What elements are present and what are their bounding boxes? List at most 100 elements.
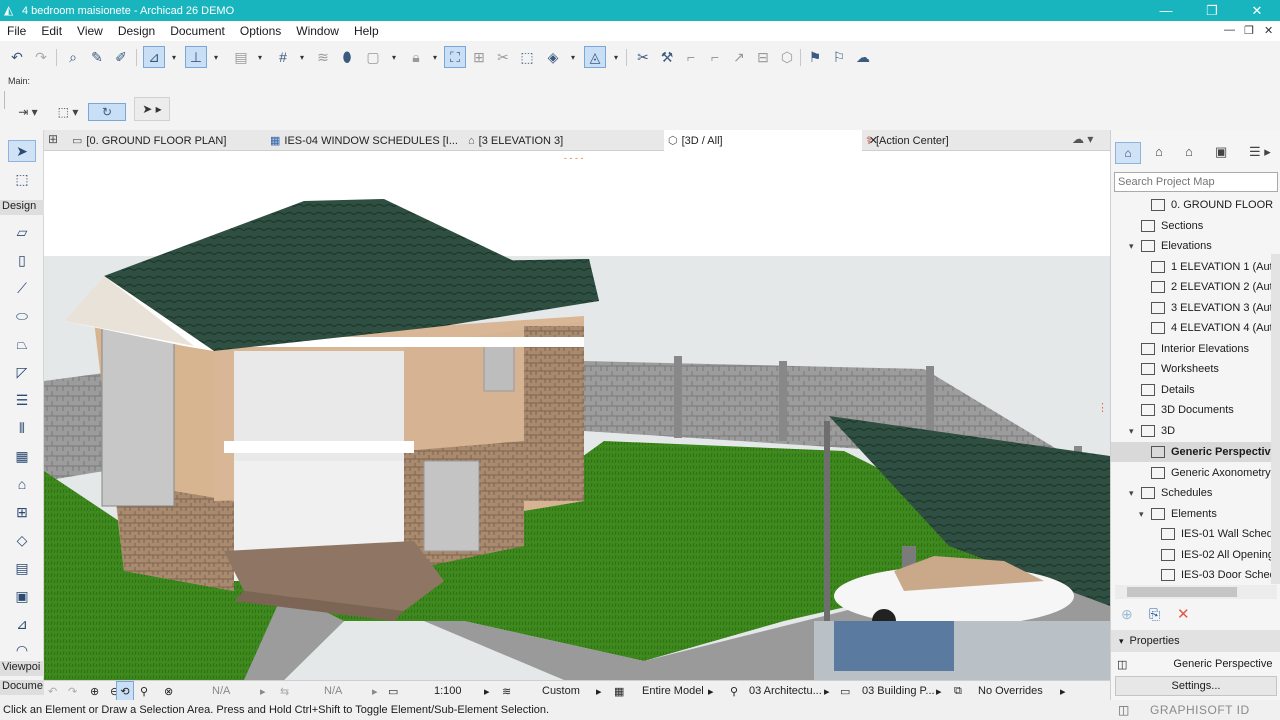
nav-item-elements[interactable]: ▾ Elements — [1111, 504, 1280, 524]
fit-icon[interactable]: ⊗ — [164, 681, 173, 701]
snap-guides-icon[interactable]: ⊥ — [185, 46, 207, 68]
design-section-header[interactable]: Design — [0, 200, 44, 215]
doc-close-icon[interactable]: ✕ — [1264, 24, 1273, 37]
chevron-right-icon[interactable]: ▸ — [372, 681, 378, 701]
viewpoint-section-header[interactable]: Viewpoi — [0, 661, 44, 676]
nav-item-ies-01[interactable]: IES-01 Wall Schedu — [1111, 524, 1280, 544]
redo-icon[interactable]: ↷ — [30, 46, 52, 68]
roof-tool-icon[interactable]: ⏢ — [8, 333, 36, 355]
tab-action-center[interactable]: ⚕ [Action Center] — [866, 130, 1056, 151]
pick-up-parameters-icon[interactable]: ✎ — [86, 46, 108, 68]
tab-ground-floor-plan[interactable]: ▭ [0. GROUND FLOOR PLAN] — [72, 130, 270, 151]
status-na-1[interactable]: N/A — [212, 681, 230, 701]
elevation-view-icon[interactable]: ⊞ — [468, 46, 490, 68]
doc-minimize-icon[interactable]: — — [1224, 24, 1235, 36]
arrow-tool-icon[interactable]: ➤ — [8, 140, 36, 162]
shell-tool-icon[interactable]: ◸ — [8, 361, 36, 383]
graphisoft-id-label[interactable]: GRAPHISOFT ID — [1150, 703, 1250, 717]
flag-icon[interactable]: ⚑ — [804, 46, 826, 68]
scale-icon[interactable]: ▭ — [388, 681, 398, 701]
grid-snap-icon[interactable]: # — [272, 46, 294, 68]
redo-view-icon[interactable]: ↷ — [68, 681, 77, 701]
nav-item-details[interactable]: Details — [1111, 380, 1280, 400]
chevron-right-icon[interactable]: ▸ — [936, 681, 942, 701]
chevron-down-icon[interactable]: ▾ — [256, 46, 264, 68]
chevron-right-icon[interactable]: ▸ — [596, 681, 602, 701]
menu-options[interactable]: Options — [233, 24, 289, 38]
zoom-in-icon[interactable]: ⊕ — [90, 681, 99, 701]
nav-item-3d-documents[interactable]: 3D Documents — [1111, 400, 1280, 420]
scale-value[interactable]: 1:100 — [434, 681, 462, 701]
undo-icon[interactable]: ↶ — [6, 46, 28, 68]
nav-item-elevation-1[interactable]: 1 ELEVATION 1 (Auto — [1111, 257, 1280, 277]
structural-display-value[interactable]: Entire Model — [642, 681, 704, 701]
nav-item-worksheets[interactable]: Worksheets — [1111, 359, 1280, 379]
marquee-tool-icon[interactable]: ⬚ — [8, 168, 36, 190]
marquee-select-icon[interactable]: ⬚ ▾ — [50, 103, 86, 121]
bim-cloud-icon[interactable]: ☁︎ — [852, 46, 874, 68]
search-project-map-input[interactable] — [1115, 173, 1277, 191]
wall-tool-icon[interactable]: ▱ — [8, 221, 36, 243]
chevron-right-icon[interactable]: ▸ — [824, 681, 830, 701]
settings-button[interactable]: Settings... — [1115, 676, 1277, 696]
rotate-orbit-icon[interactable]: ↻ — [88, 103, 126, 121]
section-view-icon[interactable]: ⛶ — [444, 46, 466, 68]
chevron-down-icon[interactable]: ▾ — [612, 46, 620, 68]
stair-tool-icon[interactable]: ☰ — [8, 389, 36, 411]
menu-help[interactable]: Help — [347, 24, 387, 38]
object-tool-icon[interactable]: ▤ — [8, 557, 36, 579]
graphisoft-id-icon[interactable]: ◫ — [1118, 703, 1129, 717]
curtain-wall-tool-icon[interactable]: ▦ — [8, 445, 36, 467]
restore-icon[interactable]: ❐ — [1189, 0, 1235, 21]
properties-header[interactable]: ▾ Properties — [1111, 630, 1280, 652]
nav-item-elevation-2[interactable]: 2 ELEVATION 2 (Auto — [1111, 277, 1280, 297]
document-section-header[interactable]: Docume — [0, 680, 44, 695]
chevron-down-icon[interactable]: ▾ — [1129, 488, 1134, 499]
pen-set-value[interactable]: 03 Architectu... — [749, 681, 822, 701]
chevron-down-icon[interactable]: ▾ — [1129, 426, 1134, 437]
nav-item-ies-03[interactable]: IES-03 Door Sched — [1111, 565, 1280, 585]
slab-tool-icon[interactable]: ⬭ — [8, 305, 36, 327]
issue-icon[interactable]: ⚐ — [828, 46, 850, 68]
menu-design[interactable]: Design — [111, 24, 163, 38]
walk-icon[interactable]: ⚲ — [140, 681, 148, 701]
menu-window[interactable]: Window — [289, 24, 347, 38]
window-tool-icon[interactable]: ⊞ — [8, 501, 36, 523]
chevron-down-icon[interactable]: ▾ — [569, 46, 577, 68]
project-map-icon[interactable]: ⌂ — [1115, 142, 1141, 164]
graphic-override-value[interactable]: No Overrides — [978, 681, 1043, 701]
structural-display-icon[interactable]: ▦ — [614, 681, 624, 701]
view-settings-icon[interactable]: ⎘ — [1149, 606, 1160, 623]
find-select-icon[interactable]: ⌕ — [62, 46, 84, 68]
nav-item-interior-elevations[interactable]: Interior Elevations — [1111, 339, 1280, 359]
cut-plane-icon[interactable]: ✂︎ — [492, 46, 514, 68]
menu-file[interactable]: File — [0, 24, 34, 38]
horizontal-scrollbar[interactable] — [1115, 585, 1277, 599]
model-view-value[interactable]: 03 Building P... — [862, 681, 935, 701]
3d-cutaway-icon[interactable]: ⬚ — [516, 46, 538, 68]
inject-parameters-icon[interactable]: ✐ — [110, 46, 132, 68]
minimize-icon[interactable]: — — [1143, 0, 1189, 21]
nav-item-schedules[interactable]: ▾ Schedules — [1111, 483, 1280, 503]
tab-window-schedules[interactable]: ▦ IES-04 WINDOW SCHEDULES [I... — [270, 130, 466, 151]
delete-icon[interactable]: ✕ — [1177, 605, 1190, 623]
zone-tool-icon[interactable]: ▣ — [8, 585, 36, 607]
doc-restore-icon[interactable]: ❐ — [1244, 24, 1254, 37]
chevron-right-icon[interactable]: ▸ — [484, 681, 490, 701]
vertical-scrollbar[interactable] — [1271, 254, 1280, 584]
explode-icon[interactable]: ⬡ — [776, 46, 798, 68]
menu-view[interactable]: View — [70, 24, 111, 38]
nav-item-elevation-3[interactable]: 3 ELEVATION 3 (Auto — [1111, 298, 1280, 318]
scissors-icon[interactable]: ✂︎ — [632, 46, 654, 68]
pen-set-icon[interactable]: ⇆ — [280, 681, 289, 701]
status-na-2[interactable]: N/A — [324, 681, 342, 701]
suspend-groups-icon[interactable]: ⬮ — [336, 46, 358, 68]
undo-view-icon[interactable]: ↶ — [48, 681, 57, 701]
orbit-icon[interactable]: ⟲ — [116, 681, 134, 701]
intersect-icon[interactable]: ⌐ — [704, 46, 726, 68]
chevron-down-icon[interactable]: ▾ — [212, 46, 220, 68]
tab-elevation-3[interactable]: ⌂ [3 ELEVATION 3] — [468, 130, 664, 151]
tab-list-icon[interactable]: ☁︎ ▾ — [1072, 132, 1093, 146]
tab-overview-icon[interactable]: ⊞ — [48, 132, 66, 148]
trace-reference-icon[interactable]: ▤ — [230, 46, 252, 68]
